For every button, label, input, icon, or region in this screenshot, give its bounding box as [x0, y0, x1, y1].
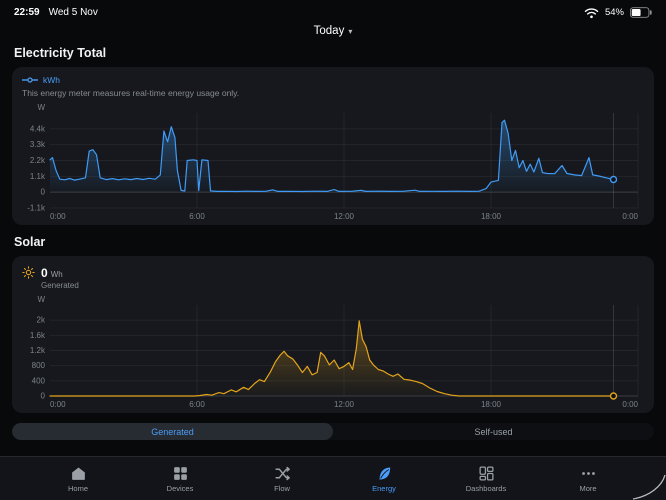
svg-text:3.3k: 3.3k: [30, 140, 46, 149]
tab-home[interactable]: Home: [48, 465, 108, 493]
svg-text:1.1k: 1.1k: [30, 172, 46, 181]
legend-line-icon: [22, 77, 38, 83]
devices-grid-icon: [173, 466, 187, 480]
svg-text:800: 800: [32, 361, 46, 370]
tab-generated[interactable]: Generated: [12, 423, 333, 440]
svg-text:0:00: 0:00: [50, 212, 66, 221]
tab-energy[interactable]: Energy: [354, 465, 414, 493]
svg-text:18:00: 18:00: [481, 400, 502, 409]
solar-figures: 0 Wh Generated: [41, 266, 79, 290]
top-bar: Today ▾: [0, 20, 666, 42]
battery-icon: [630, 7, 652, 18]
kwh-legend[interactable]: kWh: [20, 75, 646, 85]
tab-flow-label: Flow: [274, 483, 290, 493]
svg-text:400: 400: [32, 376, 46, 385]
solar-card: 0 Wh Generated 0 400 800 1.2k 1.6k 2k W 0:00 6:0…: [12, 256, 654, 413]
svg-text:6:00: 6:00: [189, 400, 205, 409]
svg-text:0: 0: [41, 188, 46, 197]
svg-text:0:00: 0:00: [622, 212, 638, 221]
content: Electricity Total kWh This energy meter …: [0, 46, 666, 440]
date-range-label: Today: [313, 25, 345, 37]
solar-generated-value: 0: [41, 266, 48, 280]
svg-text:W: W: [37, 295, 45, 304]
svg-text:1.2k: 1.2k: [30, 346, 46, 355]
tab-flow[interactable]: Flow: [252, 465, 312, 493]
date-range-selector[interactable]: Today ▾: [314, 25, 353, 37]
svg-text:12:00: 12:00: [334, 400, 355, 409]
status-time: 22:59: [14, 7, 40, 18]
solar-mode-switch: Generated Self-used: [12, 423, 654, 440]
electricity-chart[interactable]: -1.1k 0 1.1k 2.2k 3.3k 4.4k W 0:00 6:00 12:00 18:0…: [20, 100, 646, 222]
status-bar: 22:59 Wed 5 Nov 54%: [0, 0, 666, 20]
svg-text:12:00: 12:00: [334, 212, 355, 221]
status-left: 22:59 Wed 5 Nov: [14, 7, 98, 18]
svg-text:1.6k: 1.6k: [30, 331, 46, 340]
svg-text:6:00: 6:00: [189, 212, 205, 221]
tab-energy-label: Energy: [372, 483, 396, 493]
svg-text:2.2k: 2.2k: [30, 156, 46, 165]
tab-home-label: Home: [67, 483, 88, 493]
flow-arrows-icon: [274, 466, 290, 480]
sun-icon: [22, 266, 35, 279]
svg-text:W: W: [37, 103, 45, 112]
svg-text:2k: 2k: [37, 316, 46, 325]
svg-text:-1.1k: -1.1k: [27, 204, 46, 213]
dashboards-icon: [478, 465, 494, 481]
solar-summary: 0 Wh Generated: [20, 264, 646, 290]
svg-text:18:00: 18:00: [481, 212, 502, 221]
wifi-icon: [584, 7, 599, 18]
tab-dashboards[interactable]: Dashboards: [456, 465, 516, 493]
home-icon: [71, 466, 85, 480]
app-screen: 22:59 Wed 5 Nov 54% Today ▾ Electricity …: [0, 0, 666, 500]
tab-devices[interactable]: Devices: [150, 465, 210, 493]
electricity-note: This energy meter measures real-time ene…: [22, 88, 240, 98]
tab-more-label: More: [579, 483, 597, 493]
battery-percent: 54%: [604, 7, 624, 18]
svg-text:0:00: 0:00: [50, 400, 66, 409]
energy-leaf-icon: [379, 466, 390, 480]
svg-text:0:00: 0:00: [622, 400, 638, 409]
legend-label: kWh: [43, 75, 60, 85]
tab-dashboards-label: Dashboards: [465, 483, 507, 493]
more-dots-icon: [581, 471, 595, 475]
solar-generated-label: Generated: [41, 281, 79, 290]
svg-text:0: 0: [41, 392, 46, 401]
status-right: 54%: [584, 7, 652, 19]
bottom-tab-bar: Home Devices Flow Energy Dashboards More: [0, 456, 666, 500]
tab-more[interactable]: More: [558, 465, 618, 493]
electricity-card: kWh This energy meter measures real-time…: [12, 67, 654, 225]
tab-self-used[interactable]: Self-used: [333, 423, 654, 440]
solar-chart[interactable]: 0 400 800 1.2k 1.6k 2k W 0:00 6:00 12:00 18:00 0:00: [20, 292, 646, 410]
tab-devices-label: Devices: [166, 483, 194, 493]
solar-generated-unit: Wh: [50, 270, 63, 279]
status-date: Wed 5 Nov: [48, 7, 98, 18]
chevron-down-icon: ▾: [348, 26, 353, 36]
svg-text:4.4k: 4.4k: [30, 124, 46, 133]
section-title-solar: Solar: [14, 235, 46, 249]
section-title-electricity: Electricity Total: [14, 46, 107, 60]
